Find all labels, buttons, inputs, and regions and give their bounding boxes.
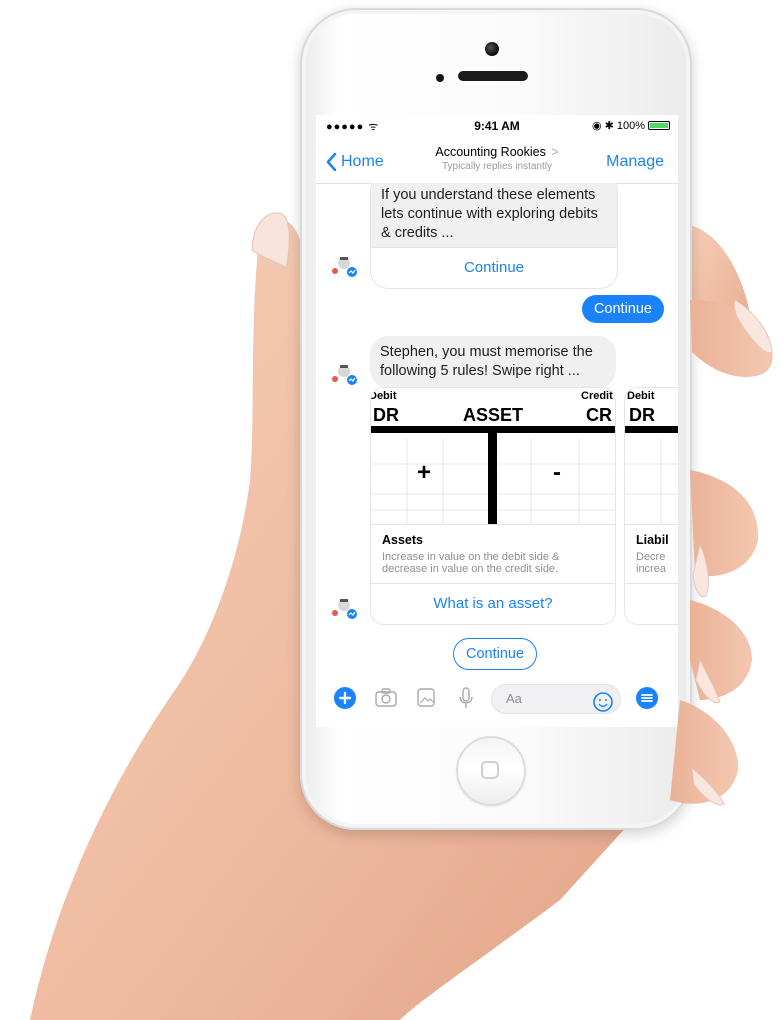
page-title: Accounting Rookies	[435, 145, 546, 159]
card-title: Assets	[382, 533, 423, 547]
phone-device: ●●●●● ᯤ 9:41 AM ◉ ✱ 100% Home Accounting…	[300, 8, 692, 830]
battery-icon	[648, 121, 670, 130]
card-info: Liabil Decre increa	[625, 524, 678, 583]
microphone-icon[interactable]	[458, 687, 474, 709]
battery-status: ◉ ✱ 100%	[592, 119, 670, 132]
manage-button[interactable]: Manage	[606, 153, 664, 171]
bluetooth-icon: ✱	[604, 120, 614, 132]
debit-label: Debit	[627, 390, 655, 402]
bot-avatar	[332, 365, 357, 385]
chevron-right-icon: >	[547, 145, 559, 159]
asset-heading: ASSET	[463, 405, 523, 425]
front-camera	[485, 42, 499, 56]
t-account-image: Debit DR	[625, 388, 678, 524]
dr-label: DR	[373, 405, 399, 425]
t-account-image: Debit Credit DR ASSET CR + -	[371, 388, 615, 524]
card-info: Assets Increase in value on the debit si…	[371, 524, 615, 583]
home-square-icon	[481, 761, 499, 779]
carousel-card-assets[interactable]: Debit Credit DR ASSET CR + - Assets Incr…	[370, 387, 616, 625]
bot-message-card: If you understand these elements lets co…	[370, 183, 618, 289]
card-button[interactable]	[625, 583, 678, 624]
what-is-asset-button[interactable]: What is an asset?	[371, 583, 615, 624]
bot-message-text: If you understand these elements lets co…	[371, 183, 617, 248]
generic-template-carousel[interactable]: Debit Credit DR ASSET CR + - Assets Incr…	[370, 387, 678, 625]
minus-sign: -	[553, 459, 561, 486]
nav-bar: Home Accounting Rookies > Typically repl…	[316, 135, 678, 184]
home-button[interactable]	[456, 736, 526, 806]
alarm-icon: ◉	[592, 120, 602, 132]
battery-percent: 100%	[616, 119, 645, 132]
debit-label: Debit	[371, 390, 397, 402]
message-composer: Aa	[316, 677, 678, 723]
gallery-icon[interactable]	[416, 687, 436, 709]
quick-reply-continue[interactable]: Continue	[453, 638, 538, 670]
card-subtitle: Decre increa	[636, 551, 666, 575]
card-continue-button[interactable]: Continue	[371, 247, 617, 288]
bot-avatar	[332, 599, 357, 619]
cr-label: CR	[586, 405, 612, 425]
message-list: If you understand these elements lets co…	[316, 183, 678, 673]
status-bar: ●●●●● ᯤ 9:41 AM ◉ ✱ 100%	[316, 115, 678, 135]
messenger-screen: ●●●●● ᯤ 9:41 AM ◉ ✱ 100% Home Accounting…	[316, 115, 678, 727]
proximity-sensor	[436, 74, 444, 82]
bot-avatar	[332, 257, 357, 277]
plus-icon[interactable]	[334, 687, 356, 709]
user-message-bubble: Continue	[581, 295, 664, 323]
card-title: Liabil	[636, 533, 669, 547]
earpiece-speaker	[458, 71, 528, 81]
dr-label: DR	[629, 405, 655, 425]
camera-icon[interactable]	[374, 687, 398, 709]
credit-label: Credit	[581, 390, 613, 402]
emoji-icon[interactable]	[592, 691, 614, 713]
card-subtitle: Increase in value on the debit side & de…	[382, 551, 560, 575]
menu-icon[interactable]	[636, 687, 658, 709]
carousel-card-liabilities[interactable]: Debit DR Liabil Decre increa	[624, 387, 678, 625]
bot-message-bubble: Stephen, you must memorise the following…	[370, 336, 616, 388]
plus-sign: +	[417, 459, 431, 486]
